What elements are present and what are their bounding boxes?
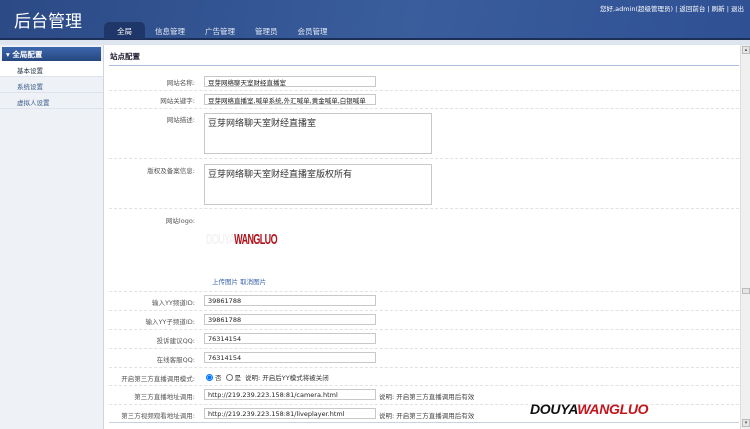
sidebar-section-global[interactable]: ▾ 全局配置 bbox=[2, 47, 101, 61]
tab-info[interactable]: 信息管理 bbox=[145, 22, 195, 39]
label: 版权及备案信息: bbox=[147, 167, 195, 175]
yy-channel-input[interactable] bbox=[204, 295, 376, 306]
site-name-input[interactable] bbox=[204, 76, 376, 87]
label: 输入YY频道ID: bbox=[151, 299, 195, 307]
yy-subchannel-input[interactable] bbox=[204, 314, 376, 325]
keywords-input[interactable] bbox=[204, 94, 376, 105]
divider bbox=[109, 65, 739, 66]
top-nav: 全局 信息管理 广告管理 管理员 会员管理 bbox=[104, 22, 338, 39]
scroll-thumb[interactable] bbox=[742, 288, 750, 294]
sidebar: ▾ 全局配置 基本设置 系统设置 虚拟人设置 bbox=[0, 45, 104, 429]
scroll-up-icon[interactable]: ▴ bbox=[742, 46, 750, 54]
header: 后台管理 全局 信息管理 广告管理 管理员 会员管理 您好,admin(超级管理… bbox=[0, 0, 750, 40]
label: 在线客服QQ: bbox=[156, 356, 195, 364]
description-textarea[interactable]: 豆芽网络聊天室财经直播室 bbox=[204, 113, 432, 154]
watermark-logo: DOUYAWANGLUO bbox=[530, 401, 649, 417]
sidebar-item-basic[interactable]: 基本设置 bbox=[0, 61, 103, 77]
label: 第三方直播地址调用: bbox=[134, 393, 195, 401]
mode-no-radio[interactable] bbox=[206, 373, 213, 381]
label: 网站关键字: bbox=[160, 97, 195, 105]
mode-yes-radio[interactable] bbox=[225, 373, 233, 381]
app-title: 后台管理 bbox=[14, 12, 82, 32]
video-url-note: 说明: 开启第三方直播调用后有效 bbox=[379, 412, 475, 420]
scrollbar[interactable]: ▴ ▾ bbox=[740, 45, 750, 429]
tab-members[interactable]: 会员管理 bbox=[288, 22, 338, 39]
tab-global[interactable]: 全局 bbox=[104, 22, 145, 39]
copyright-textarea[interactable]: 豆芽网络聊天室财经直播室版权所有 bbox=[204, 164, 432, 205]
main-content: 站点配置 网站名称: 网站关键字: 网站描述: 豆芽网络聊天室财经直播室 版权及备… bbox=[106, 45, 740, 429]
label: 开启第三方直播调用模式: bbox=[121, 375, 195, 383]
label: 第三方视频观看地址调用: bbox=[121, 412, 195, 420]
mode-note: 说明: 开启后YY模式将被关闭 bbox=[245, 374, 329, 382]
label: 网站描述: bbox=[166, 116, 195, 124]
label: 输入YY子频道ID: bbox=[145, 318, 195, 326]
label: 投诉建议QQ: bbox=[156, 337, 195, 345]
service-qq-input[interactable] bbox=[204, 352, 376, 363]
tab-ads[interactable]: 广告管理 bbox=[195, 22, 245, 39]
complaint-qq-input[interactable] bbox=[204, 333, 376, 344]
cancel-image-link[interactable]: 取消图片 bbox=[240, 278, 266, 286]
sidebar-item-virtual[interactable]: 虚拟人设置 bbox=[0, 93, 103, 109]
scroll-down-icon[interactable]: ▾ bbox=[742, 419, 750, 427]
page-title: 站点配置 bbox=[110, 52, 140, 61]
sidebar-item-system[interactable]: 系统设置 bbox=[0, 77, 103, 93]
label: 网站名称: bbox=[166, 79, 195, 87]
tab-admins[interactable]: 管理员 bbox=[245, 22, 288, 39]
upload-image-link[interactable]: 上传图片 bbox=[212, 278, 238, 286]
live-url-note: 说明: 开启第三方直播调用后有效 bbox=[379, 393, 475, 401]
label: 网站logo: bbox=[165, 217, 195, 225]
user-links[interactable]: 您好,admin(超级管理员) | 返回前台 | 刷新 | 退出 bbox=[600, 3, 744, 13]
video-url-input[interactable] bbox=[204, 408, 376, 419]
logo-image: DOUYAWANGLUO bbox=[206, 231, 278, 248]
live-url-input[interactable] bbox=[204, 389, 376, 400]
